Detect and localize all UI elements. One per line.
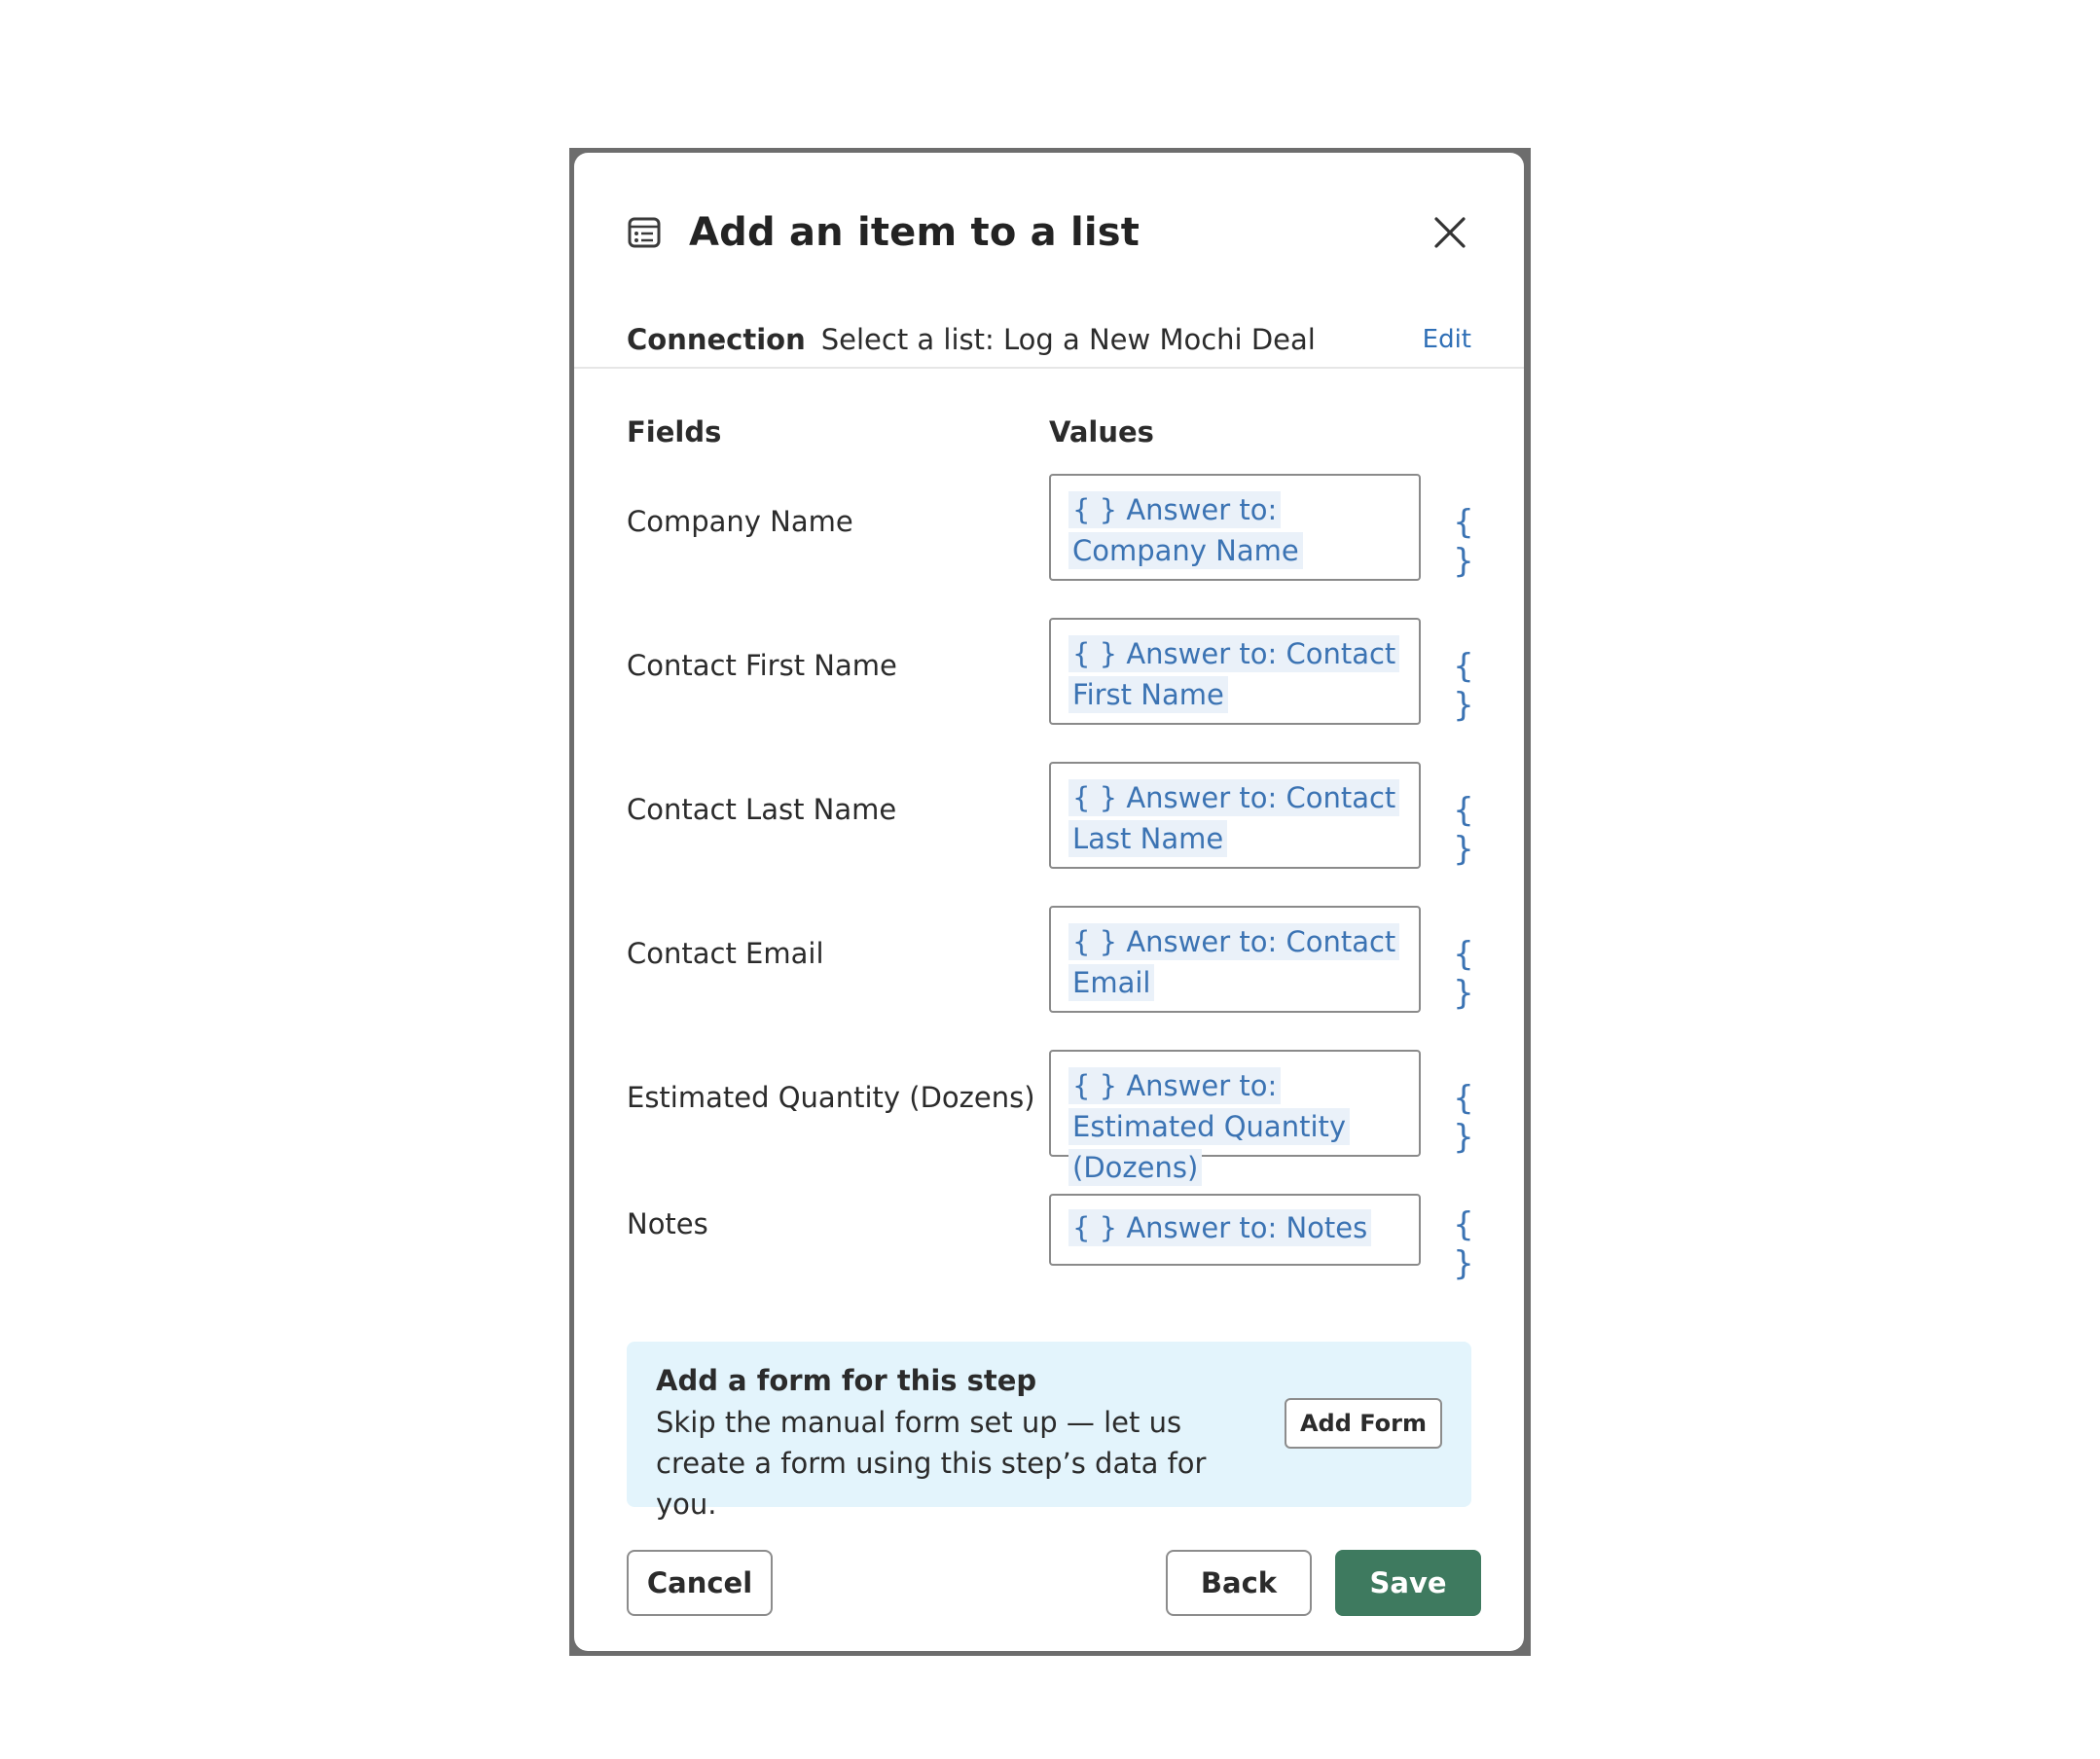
- banner-title: Add a form for this step: [656, 1364, 1037, 1397]
- field-label: Notes: [627, 1207, 708, 1240]
- answer-token[interactable]: { } Answer to: Notes: [1068, 1209, 1372, 1246]
- insert-variable-button[interactable]: { }: [1440, 791, 1491, 869]
- value-input[interactable]: { } Answer to: Estimated Quantity (Dozen…: [1049, 1050, 1421, 1186]
- dialog-header: Add an item to a list: [627, 203, 1471, 262]
- close-icon[interactable]: [1429, 211, 1471, 254]
- value-input[interactable]: { } Answer to: Company Name: [1049, 474, 1421, 581]
- fields-column-header: Fields: [627, 415, 722, 449]
- add-item-dialog: Add an item to a list Connection Select …: [574, 153, 1524, 1651]
- field-label: Company Name: [627, 505, 853, 538]
- answer-token[interactable]: { } Answer to: Contact Last Name: [1068, 779, 1400, 857]
- connection-row: Connection Select a list: Log a New Moch…: [627, 318, 1471, 361]
- save-button[interactable]: Save: [1335, 1550, 1481, 1616]
- edit-connection-link[interactable]: Edit: [1423, 325, 1471, 354]
- divider: [574, 367, 1524, 369]
- insert-variable-button[interactable]: { }: [1440, 1205, 1491, 1283]
- values-column-header: Values: [1049, 415, 1154, 449]
- insert-variable-button[interactable]: { }: [1440, 935, 1491, 1013]
- add-form-button[interactable]: Add Form: [1285, 1398, 1442, 1449]
- field-label: Contact First Name: [627, 649, 897, 682]
- dialog-title: Add an item to a list: [689, 210, 1141, 255]
- insert-variable-button[interactable]: { }: [1440, 503, 1491, 581]
- insert-variable-button[interactable]: { }: [1440, 1079, 1491, 1157]
- answer-token[interactable]: { } Answer to: Estimated Quantity (Dozen…: [1068, 1067, 1351, 1186]
- connection-value: Select a list: Log a New Mochi Deal: [820, 323, 1316, 356]
- answer-token[interactable]: { } Answer to: Contact First Name: [1068, 635, 1400, 713]
- field-label: Estimated Quantity (Dozens): [627, 1081, 1035, 1114]
- cancel-button[interactable]: Cancel: [627, 1550, 773, 1616]
- add-form-banner: Add a form for this step Skip the manual…: [627, 1342, 1471, 1521]
- answer-token[interactable]: { } Answer to: Contact Email: [1068, 923, 1400, 1001]
- answer-token[interactable]: { } Answer to: Company Name: [1068, 491, 1303, 569]
- connection-label: Connection: [627, 323, 806, 356]
- value-input[interactable]: { } Answer to: Contact First Name: [1049, 618, 1421, 725]
- banner-description: Skip the manual form set up — let us cre…: [656, 1406, 1207, 1521]
- value-input[interactable]: { } Answer to: Contact Email: [1049, 906, 1421, 1013]
- back-button[interactable]: Back: [1166, 1550, 1312, 1616]
- insert-variable-button[interactable]: { }: [1440, 647, 1491, 725]
- list-icon: [627, 215, 662, 250]
- value-input[interactable]: { } Answer to: Notes: [1049, 1194, 1421, 1266]
- field-label: Contact Last Name: [627, 793, 897, 826]
- field-label: Contact Email: [627, 937, 824, 970]
- value-input[interactable]: { } Answer to: Contact Last Name: [1049, 762, 1421, 869]
